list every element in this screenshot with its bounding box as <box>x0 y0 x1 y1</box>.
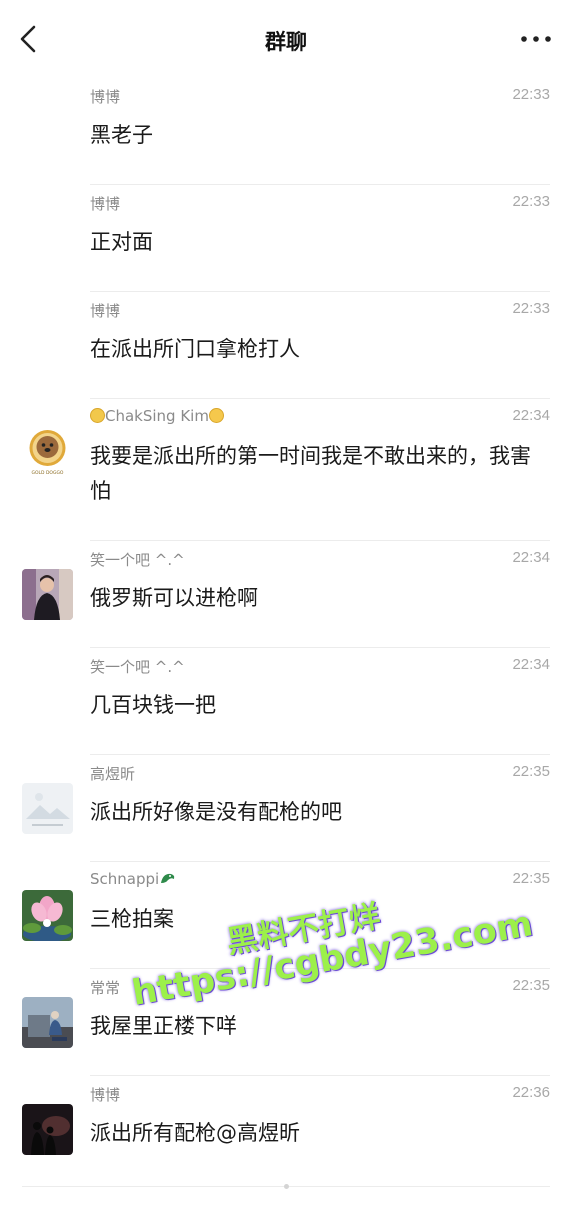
sender-name[interactable]: 博博 <box>90 193 120 214</box>
sender-name[interactable]: 笑一个吧 ^.^ <box>90 549 185 570</box>
more-dots-icon <box>521 36 551 42</box>
message-time: 22:34 <box>512 407 550 424</box>
sender-name[interactable]: 高煜昕 <box>90 763 135 784</box>
message-text[interactable]: 几百块钱一把 <box>90 688 550 723</box>
sender-name[interactable]: 博博 <box>90 86 120 107</box>
flower-avatar-icon <box>22 890 73 941</box>
message-time: 22:36 <box>512 1084 550 1101</box>
message-list: 博博 22:33 黑老子 博博 22:33 正对面 博博 22:33 在派出所门… <box>0 78 572 1183</box>
message-text[interactable]: 派出所有配枪@高煜昕 <box>90 1116 550 1151</box>
money-face-emoji-icon <box>208 408 224 423</box>
message-time: 22:35 <box>512 870 550 887</box>
sender-name[interactable]: Schnappi <box>90 870 176 888</box>
message-time: 22:33 <box>512 193 550 210</box>
message-time: 22:34 <box>512 656 550 673</box>
landscape-avatar-icon <box>22 783 73 834</box>
message-item: 博博 22:36 派出所有配枪@高煜昕 <box>0 1076 572 1183</box>
sender-name[interactable]: 博博 <box>90 300 120 321</box>
message-text[interactable]: 派出所好像是没有配枪的吧 <box>90 795 550 830</box>
message-item: 笑一个吧 ^.^ 22:34 几百块钱一把 <box>0 648 572 755</box>
crocodile-emoji-icon <box>161 873 175 883</box>
scroll-indicator <box>284 1184 289 1189</box>
message-text[interactable]: 三枪拍案 <box>90 902 550 937</box>
message-item: 博博 22:33 在派出所门口拿枪打人 <box>0 292 572 399</box>
message-text[interactable]: 俄罗斯可以进枪啊 <box>90 581 550 616</box>
person-avatar[interactable] <box>22 569 73 620</box>
message-item: 常常 22:35 我屋里正楼下咩 <box>0 969 572 1076</box>
building-avatar[interactable] <box>22 997 73 1048</box>
more-options-button[interactable] <box>518 26 554 52</box>
page-title: 群聊 <box>265 30 307 54</box>
silhouette-avatar-icon <box>22 1104 73 1155</box>
sender-name[interactable]: 常常 <box>90 977 120 998</box>
flower-avatar[interactable] <box>22 890 73 941</box>
dog-avatar-icon: GOLD DOGGO <box>22 427 73 478</box>
person-avatar-icon <box>22 569 73 620</box>
silhouette-avatar[interactable] <box>22 1104 73 1155</box>
message-item: 笑一个吧 ^.^ 22:34 俄罗斯可以进枪啊 <box>0 541 572 648</box>
sender-name[interactable]: ChakSing Kim <box>90 407 224 425</box>
smiling-emoji-icon <box>90 408 105 423</box>
top-nav-bar: 群聊 <box>0 0 572 78</box>
message-text[interactable]: 正对面 <box>90 225 550 260</box>
sender-name[interactable]: 博博 <box>90 1084 120 1105</box>
message-item: GOLD DOGGO ChakSing Kim 22:34 我要是派出所的第一时… <box>0 399 572 541</box>
message-text[interactable]: 我要是派出所的第一时间我是不敢出来的，我害怕 <box>90 439 550 509</box>
dog-avatar[interactable]: GOLD DOGGO <box>22 427 73 478</box>
message-item: Schnappi 22:35 三枪拍案 <box>0 862 572 969</box>
message-item: 博博 22:33 黑老子 <box>0 78 572 185</box>
building-avatar-icon <box>22 997 73 1048</box>
message-text[interactable]: 黑老子 <box>90 118 550 153</box>
sender-name[interactable]: 笑一个吧 ^.^ <box>90 656 185 677</box>
message-item: 高煜昕 22:35 派出所好像是没有配枪的吧 <box>0 755 572 862</box>
message-time: 22:35 <box>512 977 550 994</box>
message-text[interactable]: 在派出所门口拿枪打人 <box>90 332 550 367</box>
message-text[interactable]: 我屋里正楼下咩 <box>90 1009 550 1044</box>
message-time: 22:33 <box>512 86 550 103</box>
message-time: 22:35 <box>512 763 550 780</box>
message-time: 22:34 <box>512 549 550 566</box>
landscape-avatar[interactable] <box>22 783 73 834</box>
message-item: 博博 22:33 正对面 <box>0 185 572 292</box>
svg-text:GOLD DOGGO: GOLD DOGGO <box>32 470 64 476</box>
message-time: 22:33 <box>512 300 550 317</box>
